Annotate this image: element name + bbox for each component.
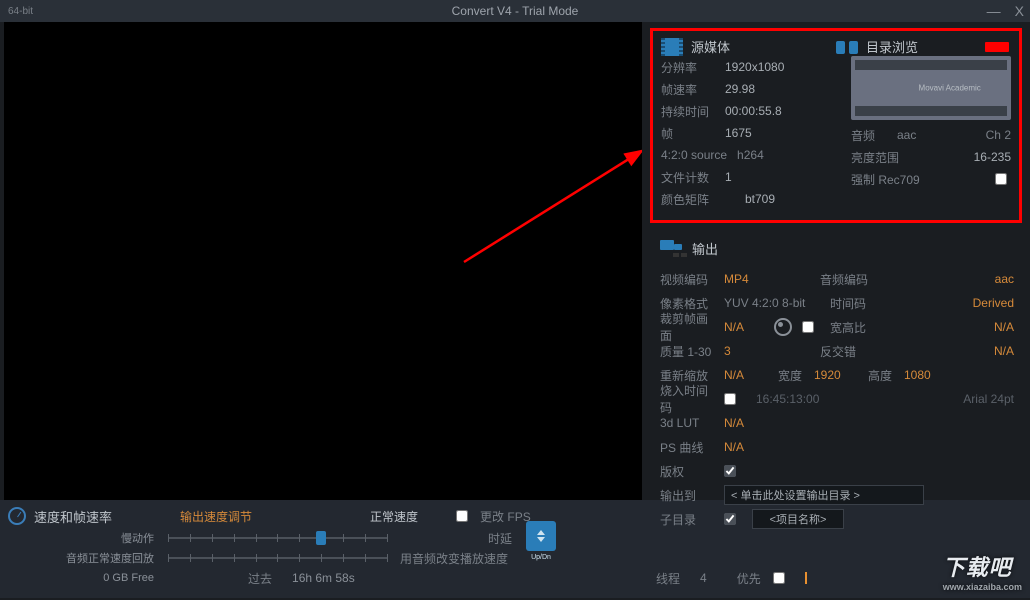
copyright-checkbox[interactable] — [724, 465, 736, 477]
updn-button[interactable]: Up/Dn — [526, 521, 556, 551]
aspect-value[interactable]: N/A — [994, 320, 1014, 334]
files-label: 文件计数 — [661, 169, 715, 186]
width-value[interactable]: 1920 — [814, 368, 862, 382]
force-rec709-checkbox[interactable] — [995, 173, 1007, 185]
height-label: 高度 — [868, 367, 898, 384]
window-title: Convert V4 - Trial Mode — [452, 4, 579, 18]
source-header: 源媒体 — [691, 37, 730, 56]
files-value: 1 — [725, 170, 732, 184]
deint-value[interactable]: N/A — [994, 344, 1014, 358]
crop-label: 裁剪帧画面 — [660, 310, 718, 344]
minimize-button[interactable]: — — [987, 3, 1001, 19]
pixfmt-label: 像素格式 — [660, 295, 718, 312]
dial-icon[interactable] — [774, 318, 792, 336]
burn-tc-value: 16:45:13:00 — [756, 392, 819, 406]
luma-label: 亮度范围 — [851, 149, 907, 166]
quality-label: 质量 1-30 — [660, 343, 718, 360]
aenc-label: 音频编码 — [820, 271, 874, 288]
audio-label: 音频 — [851, 127, 887, 144]
venc-label: 视频编码 — [660, 271, 718, 288]
audio-channels: Ch 2 — [986, 128, 1011, 142]
matrix-label: 颜色矩阵 — [661, 191, 715, 208]
threads-value: 4 — [700, 571, 707, 585]
crop-checkbox[interactable] — [802, 321, 814, 333]
venc-value[interactable]: MP4 — [724, 272, 814, 286]
change-fps-label: 更改 FPS — [480, 508, 531, 525]
duration-value: 00:00:55.8 — [725, 104, 782, 118]
preview-area — [4, 22, 642, 500]
watermark: 下载吧 www.xiazaiba.com — [943, 550, 1022, 592]
output-to-label: 输出到 — [660, 487, 718, 504]
matrix-value: bt709 — [745, 192, 775, 206]
ps-curve-label: PS 曲线 — [660, 439, 718, 456]
width-label: 宽度 — [778, 367, 808, 384]
timecode-value[interactable]: Derived — [973, 296, 1014, 310]
frames-value: 1675 — [725, 126, 752, 140]
close-button[interactable]: X — [1015, 3, 1024, 19]
binoculars-icon — [836, 39, 858, 55]
lut-value[interactable]: N/A — [724, 416, 744, 430]
film-icon — [661, 38, 683, 56]
pixfmt-value: YUV 4:2:0 8-bit — [724, 296, 824, 310]
ps-curve-value[interactable]: N/A — [724, 440, 744, 454]
quality-value[interactable]: 3 — [724, 344, 814, 358]
crop-value[interactable]: N/A — [724, 320, 764, 334]
rescale-value[interactable]: N/A — [724, 368, 772, 382]
threads-label: 线程 — [656, 570, 680, 587]
luma-value: 16-235 — [974, 150, 1011, 164]
change-fps-checkbox[interactable] — [456, 510, 468, 522]
free-space: 0 GB Free — [8, 572, 168, 584]
priority-indicator-icon — [805, 572, 807, 584]
resolution-value: 1920x1080 — [725, 60, 784, 74]
speed-adjust-label: 输出速度调节 — [180, 508, 252, 525]
audio-change-label: 用音频改变播放速度 — [400, 550, 508, 567]
height-value[interactable]: 1080 — [904, 368, 931, 382]
burn-tc-checkbox[interactable] — [724, 393, 736, 405]
speed-header: 速度和帧速率 — [34, 507, 112, 526]
truck-icon — [660, 240, 684, 256]
deint-label: 反交错 — [820, 343, 874, 360]
normal-speed-label: 正常速度 — [370, 508, 418, 525]
past-label: 过去 — [248, 570, 272, 587]
clock-icon — [8, 507, 26, 525]
copyright-label: 版权 — [660, 463, 718, 480]
output-header: 输出 — [692, 239, 718, 258]
arch-label: 64-bit — [0, 6, 33, 17]
output-path-input[interactable] — [724, 485, 924, 505]
titlebar: 64-bit Convert V4 - Trial Mode — X — [0, 0, 1030, 22]
source-codec: h264 — [737, 148, 764, 162]
thumbnail[interactable]: Movavi Academic — [851, 56, 1011, 120]
duration-label: 持续时间 — [661, 103, 715, 120]
priority-label: 优先 — [737, 570, 761, 587]
frames-label: 帧 — [661, 125, 715, 142]
audio-slider[interactable] — [168, 549, 388, 567]
source-format: 4:2:0 source — [661, 148, 727, 162]
delay-label: 时延 — [488, 530, 512, 547]
audio-normal-label: 音频正常速度回放 — [8, 550, 168, 566]
source-media-panel: 源媒体 目录浏览 分辨率 1920x1080 帧速率 29.98 持续时间 00:00… — [650, 28, 1022, 223]
resolution-label: 分辨率 — [661, 59, 715, 76]
timecode-label: 时间码 — [830, 295, 884, 312]
browse-header[interactable]: 目录浏览 — [866, 37, 918, 56]
audio-value: aac — [897, 128, 916, 142]
fps-value: 29.98 — [725, 82, 755, 96]
speed-slider[interactable] — [168, 529, 388, 547]
lut-label: 3d LUT — [660, 416, 718, 430]
past-value: 16h 6m 58s — [292, 571, 355, 585]
rescale-label: 重新缩放 — [660, 367, 718, 384]
priority-checkbox[interactable] — [773, 572, 785, 584]
slow-motion-label: 慢动作 — [8, 530, 168, 546]
highlight-bar-icon — [985, 42, 1009, 52]
force-rec709-label: 强制 Rec709 — [851, 171, 920, 188]
burn-tc-font: Arial 24pt — [963, 392, 1014, 406]
aspect-label: 宽高比 — [830, 319, 884, 336]
aenc-value[interactable]: aac — [995, 272, 1014, 286]
burn-tc-label: 烧入时间码 — [660, 382, 718, 416]
fps-label: 帧速率 — [661, 81, 715, 98]
